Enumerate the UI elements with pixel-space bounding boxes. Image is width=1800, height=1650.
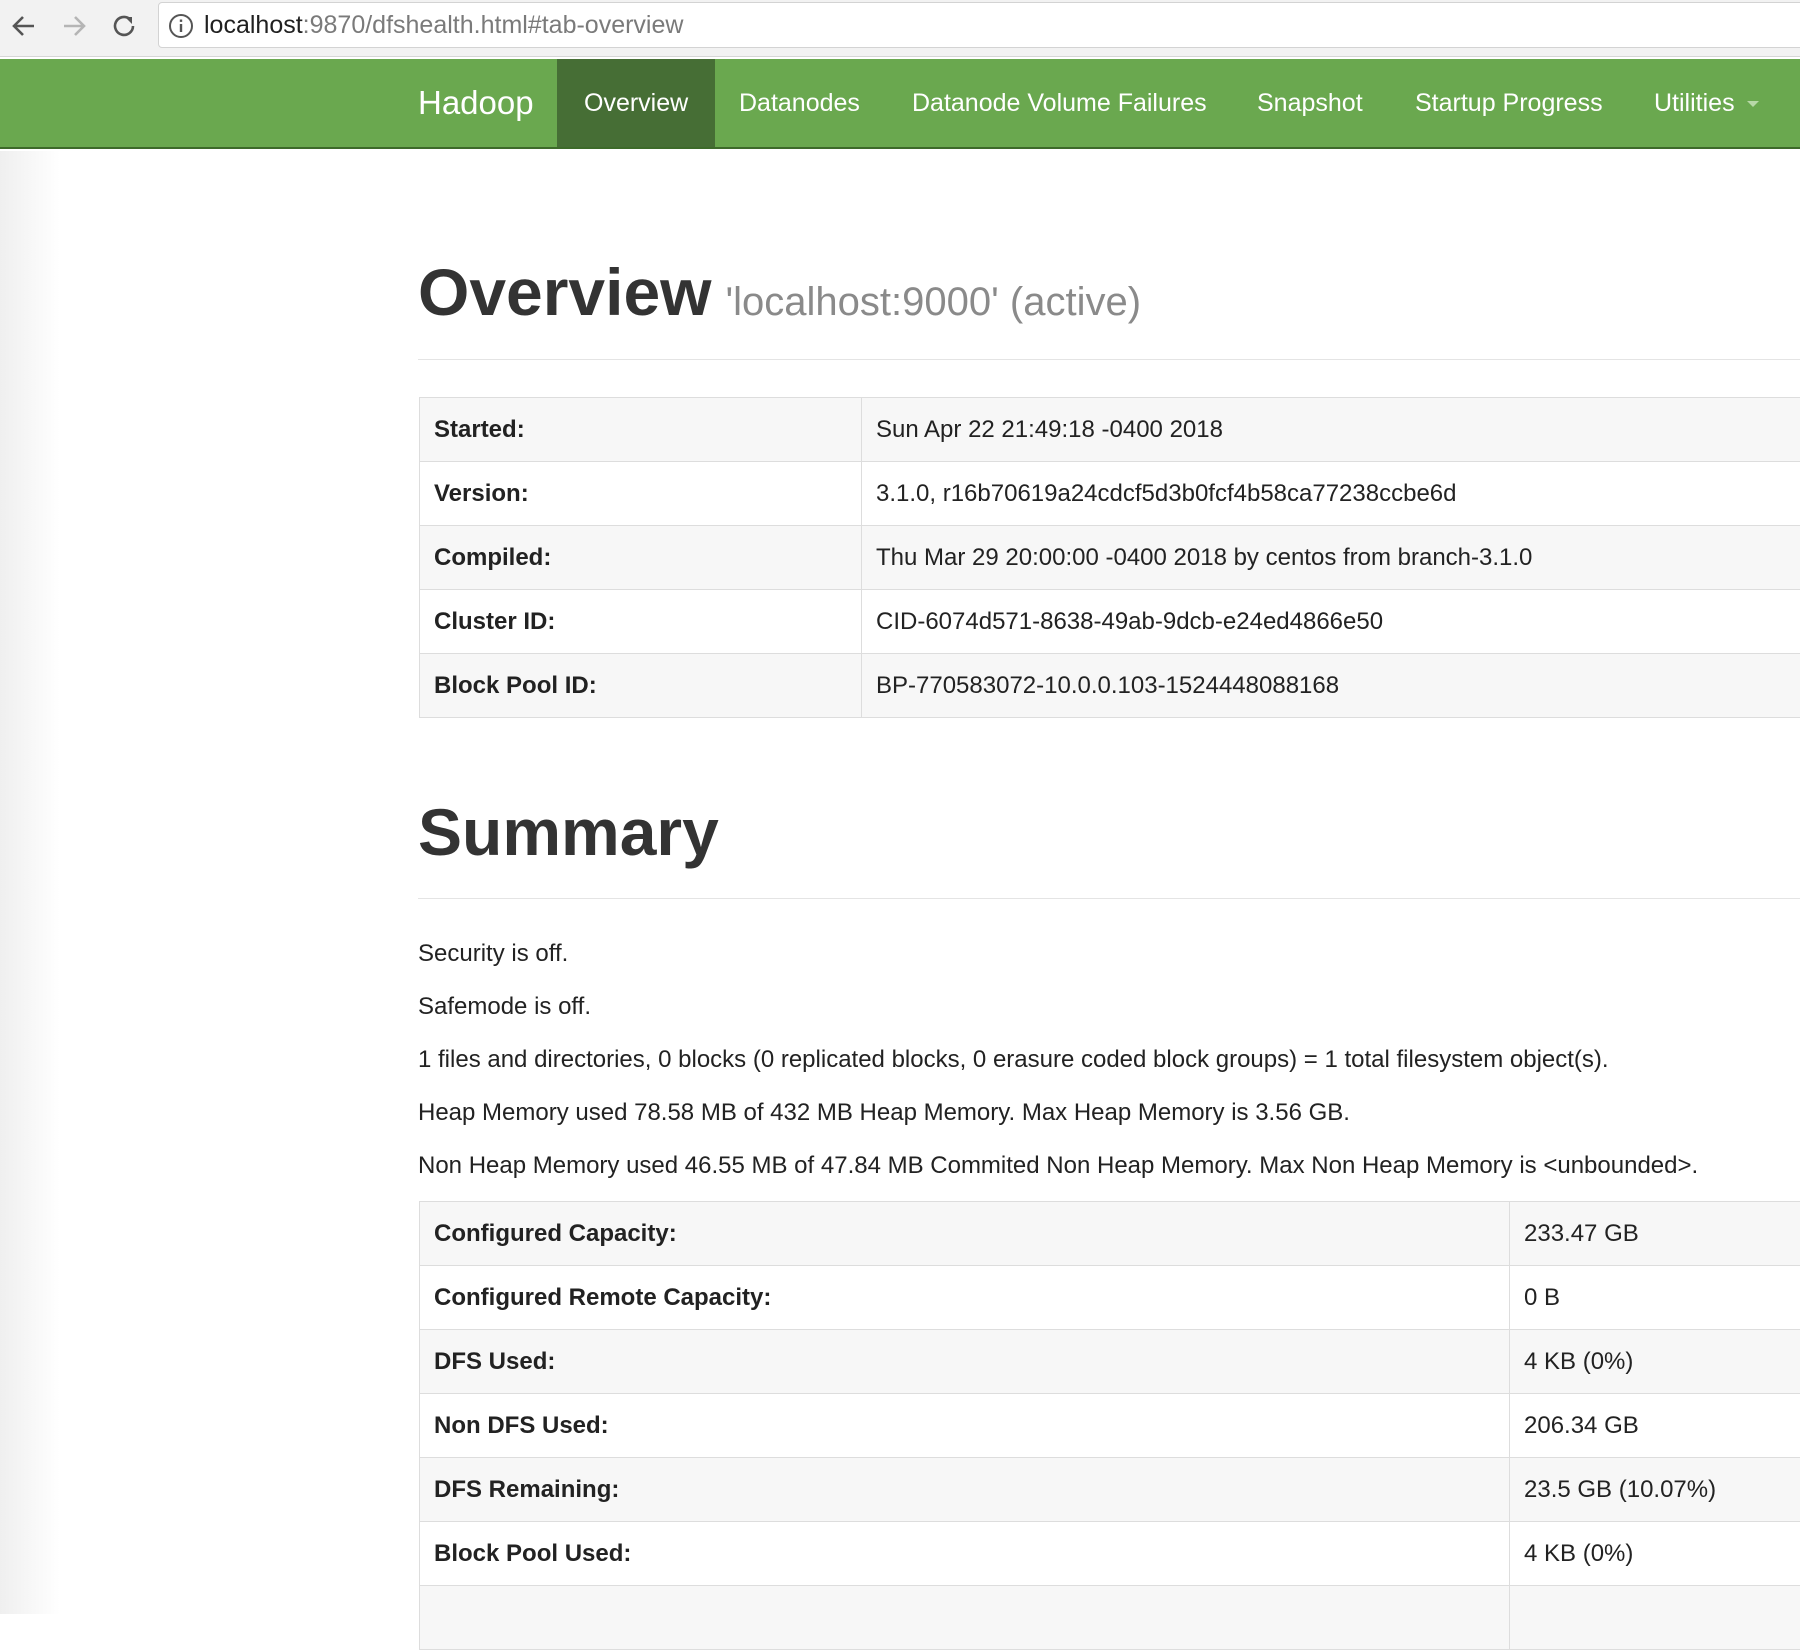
row-label: Configured Remote Capacity: [420,1266,1510,1330]
url-text[interactable]: localhost:9870/dfshealth.html#tab-overvi… [204,9,683,41]
nav-tab-datanodes[interactable]: Datanodes [739,59,860,147]
row-value: 4 KB (0%) [1510,1522,1800,1586]
table-row: Non DFS Used: 206.34 GB [420,1394,1800,1458]
forward-button[interactable] [56,8,92,44]
summary-table: Configured Capacity: 233.47 GB Configure… [419,1201,1800,1650]
row-value: Thu Mar 29 20:00:00 -0400 2018 by centos… [862,526,1800,590]
table-row: Started: Sun Apr 22 21:49:18 -0400 2018 [420,398,1800,462]
row-label: Configured Capacity: [420,1202,1510,1266]
table-row: DFS Used: 4 KB (0%) [420,1330,1800,1394]
summary-line: Non Heap Memory used 46.55 MB of 47.84 M… [418,1151,1698,1181]
page-left-shadow [0,151,60,1614]
overview-table: Started: Sun Apr 22 21:49:18 -0400 2018 … [419,397,1800,718]
row-label: Block Pool Used: [420,1522,1510,1586]
row-value: 23.5 GB (10.07%) [1510,1458,1800,1522]
row-label: Cluster ID: [420,590,862,654]
overview-subtitle: 'localhost:9000' (active) [726,280,1142,324]
table-row: Block Pool Used: 4 KB (0%) [420,1522,1800,1586]
back-button[interactable] [6,8,42,44]
summary-divider [418,898,1800,899]
nav-tab-utilities[interactable]: Utilities [1654,59,1759,147]
row-value: BP-770583072-10.0.0.103-1524448088168 [862,654,1800,718]
row-value: Sun Apr 22 21:49:18 -0400 2018 [862,398,1800,462]
row-label: Started: [420,398,862,462]
brand-logo[interactable]: Hadoop [418,59,534,147]
overview-heading: Overview 'localhost:9000' (active) [418,252,1141,342]
row-label: Block Pool ID: [420,654,862,718]
row-label [420,1586,1510,1650]
row-value: 3.1.0, r16b70619a24cdcf5d3b0fcf4b58ca772… [862,462,1800,526]
caret-down-icon [1747,101,1759,107]
overview-divider [418,359,1800,360]
info-icon[interactable] [168,13,194,39]
row-label: DFS Remaining: [420,1458,1510,1522]
nav-tab-datanode-volume-failures[interactable]: Datanode Volume Failures [912,59,1207,147]
table-row [420,1586,1800,1650]
row-value: CID-6074d571-8638-49ab-9dcb-e24ed4866e50 [862,590,1800,654]
row-value: 4 KB (0%) [1510,1330,1800,1394]
top-navbar: Hadoop Overview Datanodes Datanode Volum… [0,59,1800,149]
forward-arrow-icon [60,12,88,40]
row-label: Compiled: [420,526,862,590]
nav-tab-snapshot[interactable]: Snapshot [1257,59,1363,147]
browser-toolbar: localhost:9870/dfshealth.html#tab-overvi… [0,0,1800,57]
row-value: 233.47 GB [1510,1202,1800,1266]
summary-line: Security is off. [418,939,568,969]
summary-line: Heap Memory used 78.58 MB of 432 MB Heap… [418,1098,1350,1128]
row-value: 206.34 GB [1510,1394,1800,1458]
summary-line: Safemode is off. [418,992,591,1022]
row-label: Version: [420,462,862,526]
row-value: 0 B [1510,1266,1800,1330]
url-host: localhost [204,11,303,39]
utilities-label: Utilities [1654,89,1735,117]
table-row: Configured Capacity: 233.47 GB [420,1202,1800,1266]
table-row: DFS Remaining: 23.5 GB (10.07%) [420,1458,1800,1522]
nav-tab-overview[interactable]: Overview [557,59,715,147]
table-row: Compiled: Thu Mar 29 20:00:00 -0400 2018… [420,526,1800,590]
url-path: :9870/dfshealth.html#tab-overview [303,11,684,39]
summary-title: Summary [418,792,719,872]
back-arrow-icon [10,12,38,40]
row-label: DFS Used: [420,1330,1510,1394]
summary-line: 1 files and directories, 0 blocks (0 rep… [418,1045,1609,1075]
overview-title: Overview [418,255,712,329]
table-row: Configured Remote Capacity: 0 B [420,1266,1800,1330]
reload-icon [109,11,139,41]
table-row: Cluster ID: CID-6074d571-8638-49ab-9dcb-… [420,590,1800,654]
row-value [1510,1586,1800,1650]
row-label: Non DFS Used: [420,1394,1510,1458]
table-row: Block Pool ID: BP-770583072-10.0.0.103-1… [420,654,1800,718]
table-row: Version: 3.1.0, r16b70619a24cdcf5d3b0fcf… [420,462,1800,526]
nav-tab-startup-progress[interactable]: Startup Progress [1415,59,1603,147]
reload-button[interactable] [106,8,142,44]
